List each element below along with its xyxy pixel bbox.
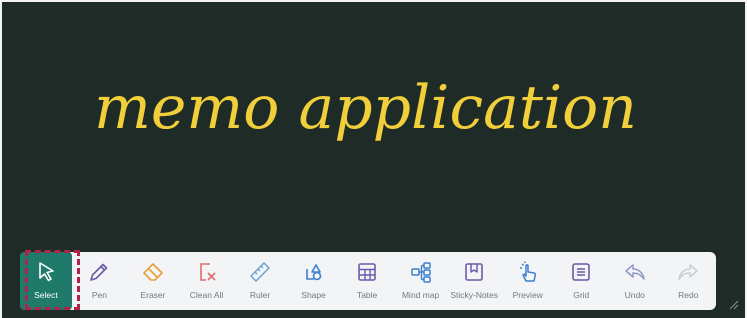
tool-label: Shape bbox=[301, 290, 326, 300]
tool-label: Redo bbox=[678, 290, 699, 300]
grid-tool-button[interactable]: Grid bbox=[555, 252, 607, 310]
pen-tool-button[interactable]: Pen bbox=[74, 252, 126, 310]
redo-button[interactable]: Redo bbox=[662, 252, 714, 310]
tool-label: Clean All bbox=[189, 290, 224, 300]
ruler-tool-button[interactable]: Ruler bbox=[234, 252, 286, 310]
preview-tool-button[interactable]: Preview bbox=[502, 252, 554, 310]
bottom-toolbar: Select Pen Eraser Clean All Ruler Shape bbox=[20, 252, 716, 310]
handwritten-text: memo application bbox=[94, 73, 637, 143]
grid-icon bbox=[572, 263, 591, 281]
tool-label: Ruler bbox=[249, 290, 271, 300]
shape-icon bbox=[305, 264, 321, 281]
tool-label: Undo bbox=[624, 290, 645, 300]
tool-label: Sticky-Notes bbox=[450, 290, 499, 300]
cursor-arrow-icon bbox=[39, 262, 54, 282]
redo-icon bbox=[678, 264, 699, 280]
clean-all-tool-button[interactable]: Clean All bbox=[181, 252, 233, 310]
sticky-notes-tool-button[interactable]: Sticky-Notes bbox=[448, 252, 500, 310]
svg-text:memo application: memo application bbox=[94, 73, 637, 143]
tool-label: Grid bbox=[573, 290, 590, 300]
tool-label: Table bbox=[356, 290, 378, 300]
eraser-icon bbox=[143, 263, 163, 281]
mind-map-icon bbox=[410, 262, 431, 283]
tool-label: Mind map bbox=[401, 290, 440, 300]
eraser-tool-button[interactable]: Eraser bbox=[127, 252, 179, 310]
select-tool-button[interactable]: Select bbox=[20, 252, 72, 310]
ruler-icon bbox=[250, 262, 270, 282]
undo-button[interactable]: Undo bbox=[609, 252, 661, 310]
pen-icon bbox=[90, 263, 108, 281]
table-icon bbox=[358, 263, 376, 281]
tool-label: Preview bbox=[512, 290, 543, 300]
pointer-hand-icon bbox=[519, 261, 536, 282]
tool-label: Pen bbox=[91, 290, 108, 300]
table-tool-button[interactable]: Table bbox=[341, 252, 393, 310]
clean-all-icon bbox=[199, 263, 216, 281]
resize-handle-icon[interactable] bbox=[727, 298, 739, 310]
sticky-notes-icon bbox=[465, 263, 483, 281]
tool-label: Select bbox=[34, 290, 58, 300]
undo-icon bbox=[625, 264, 645, 280]
shape-tool-button[interactable]: Shape bbox=[288, 252, 340, 310]
tool-label: Eraser bbox=[140, 290, 166, 300]
mind-map-tool-button[interactable]: Mind map bbox=[395, 252, 447, 310]
